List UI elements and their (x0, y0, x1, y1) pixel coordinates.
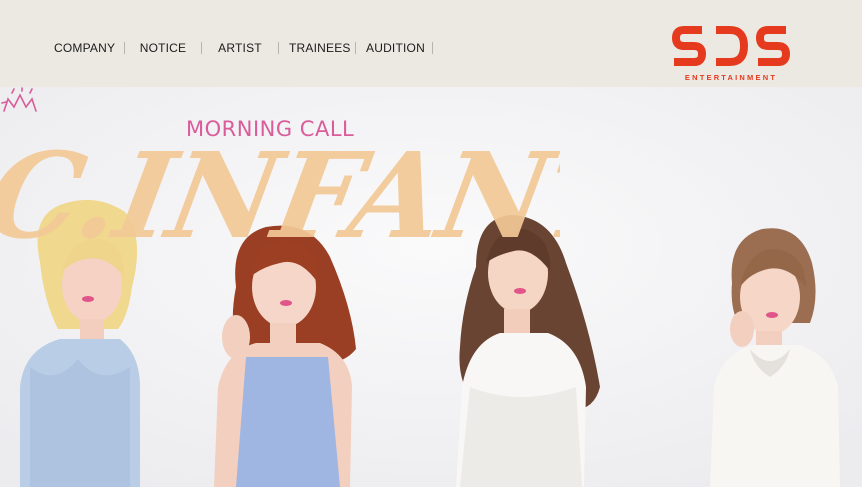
logo-tagline: ENTERTAINMENT (685, 73, 777, 82)
main-nav: COMPANY NOTICE ARTIST TRAINEES AUDITION (44, 40, 433, 56)
nav-item-company[interactable]: COMPANY (44, 40, 124, 56)
hero-banner: MORNING CALL C.INFANTA (0, 87, 862, 487)
nav-item-audition[interactable]: AUDITION (356, 40, 432, 56)
nav-item-trainees[interactable]: TRAINEES (279, 40, 355, 56)
site-header: COMPANY NOTICE ARTIST TRAINEES AUDITION … (0, 0, 862, 87)
hero-title: C.INFANTA (0, 127, 560, 266)
sds-logo[interactable]: ENTERTAINMENT (672, 22, 790, 84)
hero-title-text: C.INFANTA (0, 127, 560, 266)
nav-separator (432, 42, 433, 54)
nav-item-artist[interactable]: ARTIST (202, 40, 278, 56)
nav-item-notice[interactable]: NOTICE (125, 40, 201, 56)
